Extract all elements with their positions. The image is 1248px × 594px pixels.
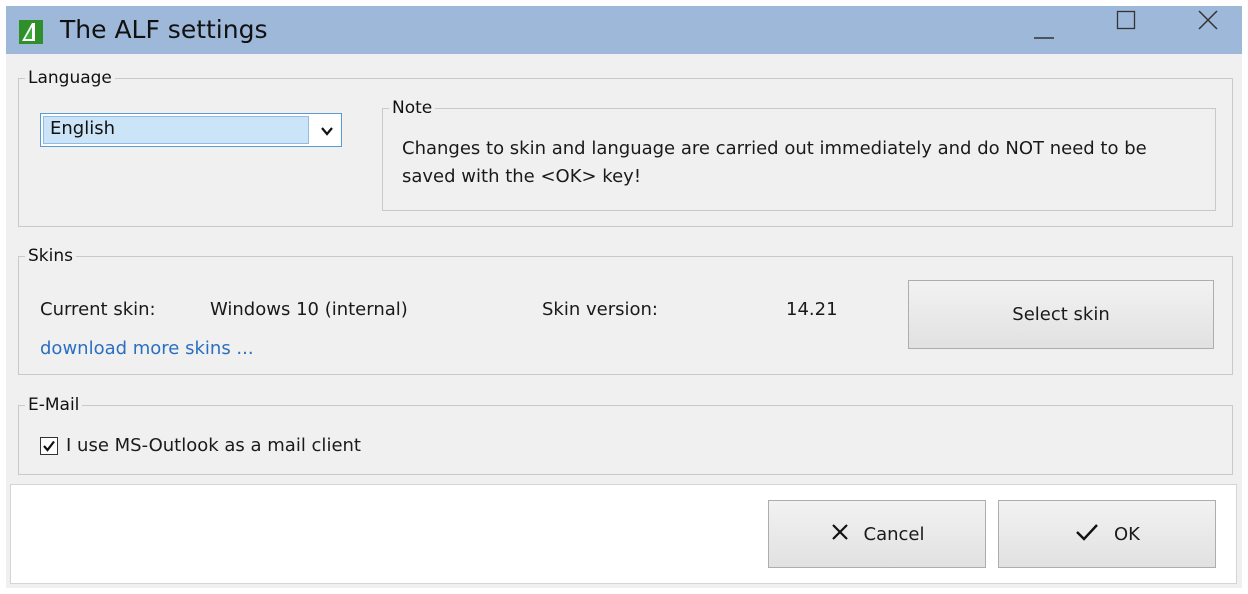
- maximize-button[interactable]: [1084, 6, 1164, 50]
- close-icon: [830, 522, 850, 547]
- outlook-checkbox[interactable]: [40, 437, 58, 455]
- settings-window: The ALF settings Language English Note C…: [6, 6, 1242, 588]
- window-title: The ALF settings: [60, 15, 268, 44]
- chevron-down-icon[interactable]: [319, 123, 335, 142]
- cancel-label: Cancel: [863, 523, 925, 545]
- skin-version-value: 14.21: [786, 299, 838, 320]
- email-group-label: E-Mail: [25, 394, 83, 416]
- alf-app-icon: [19, 20, 43, 44]
- close-button[interactable]: [1166, 6, 1246, 50]
- note-group-label: Note: [389, 97, 436, 119]
- language-select-value: English: [43, 116, 309, 144]
- current-skin-label: Current skin:: [40, 299, 156, 320]
- download-skins-link[interactable]: download more skins ...: [40, 337, 254, 361]
- cancel-button[interactable]: Cancel: [768, 500, 986, 568]
- checkmark-icon: [1074, 522, 1100, 547]
- title-bar[interactable]: The ALF settings: [6, 6, 1242, 54]
- language-group-label: Language: [25, 67, 115, 89]
- note-text: Changes to skin and language are carried…: [402, 138, 1147, 187]
- language-select[interactable]: English: [40, 113, 342, 147]
- select-skin-label: Select skin: [1012, 304, 1110, 325]
- ok-label: OK: [1114, 523, 1140, 545]
- minimize-button[interactable]: [999, 6, 1079, 50]
- ok-button[interactable]: OK: [998, 500, 1216, 568]
- skins-group-label: Skins: [25, 245, 76, 267]
- outlook-checkbox-label[interactable]: I use MS-Outlook as a mail client: [66, 434, 361, 458]
- skin-version-label: Skin version:: [542, 299, 658, 320]
- current-skin-value: Windows 10 (internal): [210, 299, 408, 320]
- select-skin-button[interactable]: Select skin: [908, 280, 1214, 349]
